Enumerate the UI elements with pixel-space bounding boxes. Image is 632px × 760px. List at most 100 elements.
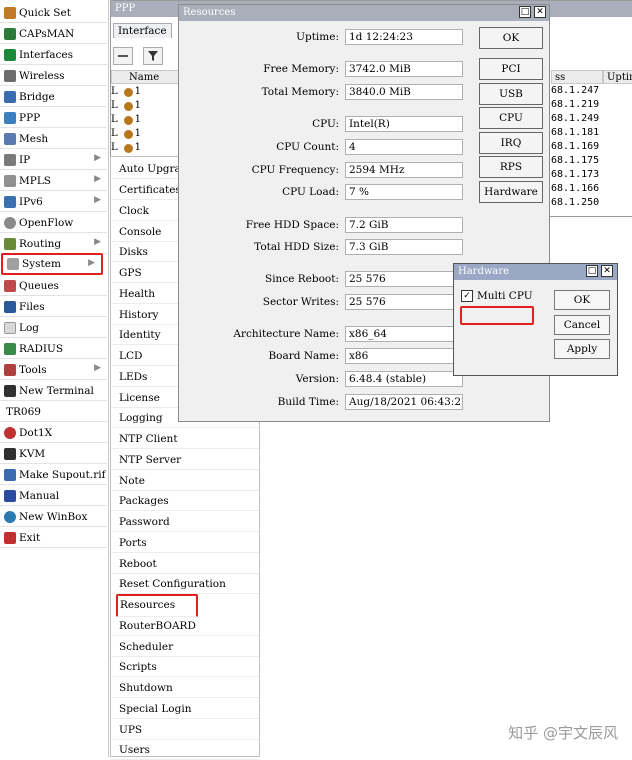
routing-icon [4, 237, 16, 250]
menu-item-log[interactable]: Log [0, 318, 107, 338]
multi-cpu-checkbox[interactable]: ✓ Multi CPU [461, 290, 533, 302]
menu-item-openflow[interactable]: OpenFlow [0, 213, 107, 233]
submenu-item-shutdown[interactable]: Shutdown [111, 678, 259, 698]
menu-item-routing[interactable]: Routing ▶ [0, 234, 107, 254]
cpu-frequency-field[interactable]: 2594 MHz [345, 162, 463, 178]
submenu-item-ports[interactable]: Ports [111, 533, 259, 553]
submenu-item-scripts[interactable]: Scripts [111, 657, 259, 677]
submenu-item-reset-configuration[interactable]: Reset Configuration [111, 574, 259, 594]
capsman-icon [4, 27, 16, 40]
menu-item-quick-set[interactable]: Quick Set [0, 3, 107, 23]
menu-item-queues[interactable]: Queues [0, 276, 107, 296]
submenu-item-scheduler[interactable]: Scheduler [111, 637, 259, 657]
menu-item-make-supout[interactable]: Make Supout.rif [0, 465, 107, 485]
submenu-item-users[interactable]: Users [111, 740, 259, 760]
cpu-count-field[interactable]: 4 [345, 139, 463, 155]
sector-writes-field[interactable]: 25 576 [345, 294, 463, 310]
submenu-item-note[interactable]: Note [111, 471, 259, 491]
board-name-field[interactable]: x86 [345, 348, 463, 364]
menu-item-tools[interactable]: Tools ▶ [0, 360, 107, 380]
menu-item-manual[interactable]: Manual [0, 486, 107, 506]
submenu-item-ntp-client[interactable]: NTP Client [111, 429, 259, 449]
resources-titlebar[interactable]: Resources [179, 5, 549, 21]
menu-item-ppp[interactable]: PPP [0, 108, 107, 128]
pci-button[interactable]: PCI [479, 58, 543, 80]
menu-item-kvm[interactable]: KVM [0, 444, 107, 464]
build-time-field[interactable]: Aug/18/2021 06:43:27 [345, 394, 463, 410]
sector-writes-label: Sector Writes: [262, 296, 339, 308]
submenu-item-reboot[interactable]: Reboot [111, 554, 259, 574]
uptime-label: Uptime: [296, 31, 339, 43]
ok-button[interactable]: OK [554, 290, 610, 310]
menu-item-capsman[interactable]: CAPsMAN [0, 24, 107, 44]
menu-item-new-winbox[interactable]: New WinBox [0, 507, 107, 527]
close-icon: ✕ [536, 7, 544, 17]
close-icon: ✕ [603, 266, 611, 276]
menu-item-files[interactable]: Files [0, 297, 107, 317]
table-row[interactable]: L1 [111, 113, 141, 127]
since-reboot-field[interactable]: 25 576 [345, 271, 463, 287]
column-header-address[interactable]: ss [551, 70, 603, 84]
menu-item-exit[interactable]: Exit [0, 528, 107, 548]
menu-item-dot1x[interactable]: Dot1X [0, 423, 107, 443]
filter-button[interactable] [143, 47, 163, 65]
architecture-name-field[interactable]: x86_64 [345, 326, 463, 342]
column-header-uptime[interactable]: Uptim [603, 70, 632, 84]
menu-item-mesh[interactable]: Mesh [0, 129, 107, 149]
maximize-button[interactable]: □ [519, 6, 531, 18]
submenu-arrow-icon: ▶ [94, 153, 101, 163]
cancel-button[interactable]: Cancel [554, 315, 610, 335]
ok-button[interactable]: OK [479, 27, 543, 49]
menu-item-tr069[interactable]: TR069 [0, 402, 107, 422]
main-menu: Quick Set CAPsMAN Interfaces Wireless Br… [0, 0, 109, 757]
submenu-item-packages[interactable]: Packages [111, 491, 259, 511]
address-cell: 68.1.166 [551, 183, 600, 194]
dot1x-icon [4, 426, 16, 439]
ipv6-icon [4, 195, 16, 208]
version-field[interactable]: 6.48.4 (stable) [345, 371, 463, 387]
irq-button[interactable]: IRQ [479, 132, 543, 154]
total-memory-field[interactable]: 3840.0 MiB [345, 84, 463, 100]
free-memory-field[interactable]: 3742.0 MiB [345, 61, 463, 77]
hardware-button[interactable]: Hardware [479, 181, 543, 203]
table-row[interactable]: L1 [111, 99, 141, 113]
submenu-item-ups[interactable]: UPS [111, 720, 259, 740]
remove-button[interactable] [113, 47, 133, 65]
close-button[interactable]: ✕ [601, 265, 613, 277]
maximize-button[interactable]: □ [586, 265, 598, 277]
table-row[interactable]: L1 [111, 127, 141, 141]
menu-item-ip[interactable]: IP ▶ [0, 150, 107, 170]
uptime-field[interactable]: 1d 12:24:23 [345, 29, 463, 45]
cpu-button[interactable]: CPU [479, 107, 543, 129]
menu-item-ipv6[interactable]: IPv6 ▶ [0, 192, 107, 212]
usb-button[interactable]: USB [479, 83, 543, 105]
menu-item-system[interactable]: System ▶ [1, 253, 103, 275]
menu-item-radius[interactable]: RADIUS [0, 339, 107, 359]
menu-item-new-terminal[interactable]: New Terminal [0, 381, 107, 401]
submenu-item-resources[interactable]: Resources [116, 594, 198, 617]
submenu-item-special-login[interactable]: Special Login [111, 699, 259, 719]
table-row[interactable]: L1 [111, 141, 141, 155]
submenu-item-password[interactable]: Password [111, 512, 259, 532]
tab-interface[interactable]: Interface [113, 23, 172, 38]
menu-item-wireless[interactable]: Wireless [0, 66, 107, 86]
cpu-field[interactable]: Intel(R) [345, 116, 463, 132]
menu-item-mpls[interactable]: MPLS ▶ [0, 171, 107, 191]
files-icon [4, 300, 16, 313]
table-row[interactable]: L1 [111, 85, 141, 99]
rps-button[interactable]: RPS [479, 156, 543, 178]
submenu-item-routerboard[interactable]: RouterBOARD [111, 616, 259, 636]
total-hdd-size-field[interactable]: 7.3 GiB [345, 239, 463, 255]
kvm-icon [4, 447, 16, 460]
cpu-load-field[interactable]: 7 % [345, 184, 463, 200]
menu-item-bridge[interactable]: Bridge [0, 87, 107, 107]
cpu-count-label: CPU Count: [276, 141, 339, 153]
free-hdd-space-field[interactable]: 7.2 GiB [345, 217, 463, 233]
submenu-item-ntp-server[interactable]: NTP Server [111, 450, 259, 470]
menu-item-interfaces[interactable]: Interfaces [0, 45, 107, 65]
close-button[interactable]: ✕ [534, 6, 546, 18]
cpu-frequency-label: CPU Frequency: [251, 164, 339, 176]
address-cell: 68.1.247 [551, 85, 600, 96]
column-header-name[interactable]: Name [111, 70, 179, 84]
apply-button[interactable]: Apply [554, 339, 610, 359]
